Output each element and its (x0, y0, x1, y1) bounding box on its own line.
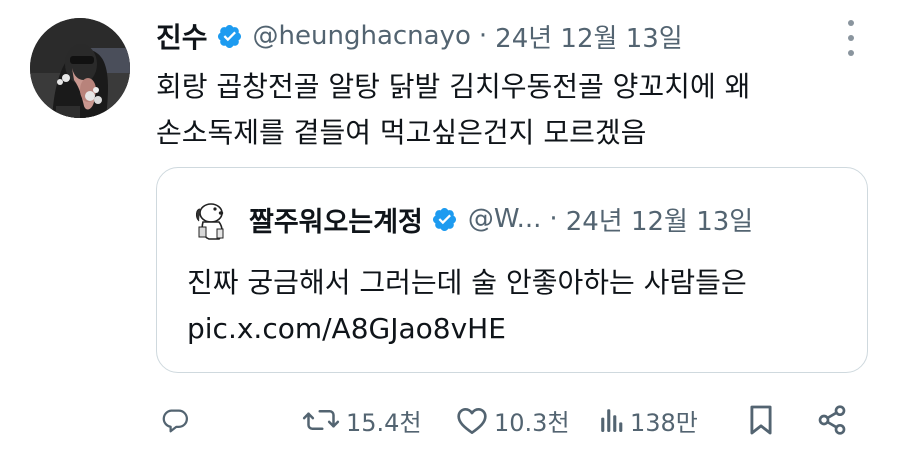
quoted-verified-badge-icon (432, 207, 456, 231)
bookmark-icon (750, 405, 772, 435)
quoted-media-link[interactable]: pic.x.com/A8GJao8vHE (187, 306, 847, 352)
reply-button[interactable] (160, 396, 190, 444)
retweet-button[interactable]: 15.4천 (302, 396, 422, 444)
views-icon (601, 409, 623, 432)
quoted-tweet-header: 짤주워오는계정 @W... · 24년 12월 13일 (187, 194, 753, 244)
heart-icon (457, 408, 487, 434)
bookmark-button[interactable] (748, 396, 774, 444)
author-avatar[interactable] (30, 18, 130, 118)
more-icon[interactable] (842, 20, 860, 56)
tweet-text-line-1: 회랑 곱창전골 알탕 닭발 김치우동전골 양꼬치에 왜 (156, 70, 751, 103)
author-handle[interactable]: @heunghacnayo (253, 21, 471, 51)
quoted-text-line-1: 진짜 궁금해서 그러는데 술 안좋아하는 사람들은 (187, 266, 747, 299)
share-icon (818, 405, 846, 435)
like-button[interactable]: 10.3천 (456, 396, 570, 444)
quoted-separator-dot: · (549, 204, 558, 234)
action-bar: 15.4천 10.3천 138만 (156, 396, 868, 444)
separator-dot: · (478, 21, 488, 51)
reply-icon (162, 409, 188, 433)
quoted-tweet-text: 진짜 궁금해서 그러는데 술 안좋아하는 사람들은 pic.x.com/A8GJ… (187, 260, 847, 352)
quoted-tweet-date[interactable]: 24년 12월 13일 (566, 201, 754, 238)
retweet-count: 15.4천 (346, 408, 422, 437)
author-name[interactable]: 진수 (156, 16, 208, 56)
tweet-date[interactable]: 24년 12월 13일 (495, 18, 683, 55)
share-button[interactable] (816, 396, 848, 444)
verified-badge-icon (217, 24, 241, 48)
quoted-author-avatar[interactable] (187, 195, 235, 243)
tweet-header: 진수 @heunghacnayo · 24년 12월 13일 (156, 14, 683, 58)
retweet-icon (302, 410, 340, 430)
views-button[interactable]: 138만 (600, 396, 698, 444)
views-count: 138만 (630, 408, 698, 437)
tweet-text-line-2: 손소독제를 곁들여 먹고싶은건지 모르겠음 (156, 116, 647, 149)
tweet-text: 회랑 곱창전골 알탕 닭발 김치우동전골 양꼬치에 왜 손소독제를 곁들여 먹고… (156, 64, 856, 156)
quoted-tweet-card[interactable]: 짤주워오는계정 @W... · 24년 12월 13일 진짜 궁금해서 그러는데… (156, 167, 868, 373)
like-count: 10.3천 (494, 408, 570, 437)
quoted-author-handle[interactable]: @W... (468, 204, 542, 234)
quoted-author-name[interactable]: 짤주워오는계정 (249, 200, 423, 239)
